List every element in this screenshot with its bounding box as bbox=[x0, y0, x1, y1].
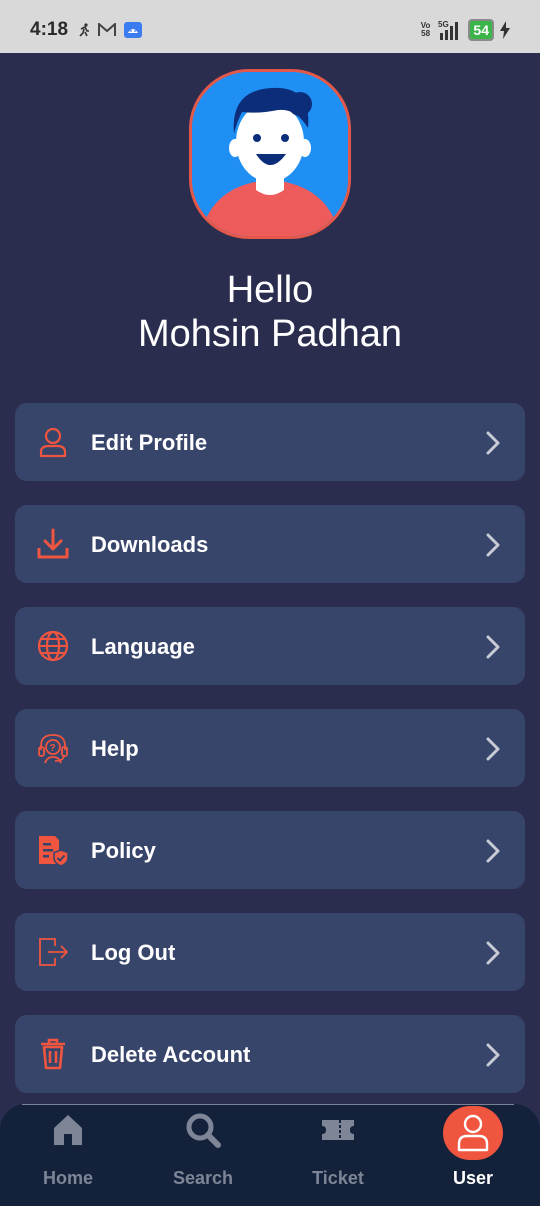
signal-icon: 5G bbox=[438, 20, 459, 40]
nav-label: User bbox=[452, 1168, 494, 1188]
chevron-right-icon bbox=[486, 635, 500, 659]
download-icon bbox=[37, 528, 69, 559]
nav-item-home[interactable]: Home bbox=[18, 1104, 118, 1206]
chevron-right-icon bbox=[486, 737, 500, 761]
menu-item-delete-account[interactable]: Delete Account bbox=[15, 1015, 525, 1093]
android-icon bbox=[124, 22, 142, 38]
nav-label: Ticket bbox=[312, 1168, 364, 1188]
menu-label: Log Out bbox=[91, 940, 176, 965]
running-icon bbox=[79, 23, 89, 37]
menu-label: Delete Account bbox=[91, 1042, 251, 1067]
user-icon bbox=[457, 1114, 489, 1152]
chevron-right-icon bbox=[486, 941, 500, 965]
chevron-right-icon bbox=[486, 533, 500, 557]
chevron-right-icon bbox=[486, 431, 500, 455]
greeting-text: Hello bbox=[226, 269, 314, 311]
battery-indicator: 54 bbox=[468, 19, 494, 41]
menu-item-policy[interactable]: Policy bbox=[15, 811, 525, 889]
menu-label: Help bbox=[91, 736, 139, 761]
svg-text:?: ? bbox=[50, 743, 56, 754]
globe-icon bbox=[37, 630, 69, 662]
avatar[interactable] bbox=[189, 69, 351, 239]
logout-icon bbox=[39, 938, 68, 966]
gmail-icon bbox=[98, 23, 116, 36]
status-right-icons: Vo 58 5G 54 bbox=[421, 19, 510, 41]
user-name: Mohsin Padhan bbox=[137, 313, 403, 355]
status-time: 4:18 bbox=[30, 19, 69, 40]
menu-label: Language bbox=[91, 634, 195, 659]
chevron-right-icon bbox=[486, 839, 500, 863]
trash-icon bbox=[41, 1038, 65, 1070]
nav-item-ticket[interactable]: Ticket bbox=[288, 1104, 388, 1206]
svg-text:5G: 5G bbox=[438, 20, 449, 29]
menu-label: Edit Profile bbox=[91, 430, 208, 455]
search-icon bbox=[186, 1113, 221, 1148]
nav-label: Home bbox=[42, 1168, 93, 1188]
ticket-icon bbox=[322, 1120, 354, 1140]
policy-icon bbox=[39, 836, 69, 866]
headset-icon: ? bbox=[38, 734, 68, 764]
avatar-illustration bbox=[192, 72, 348, 236]
nav-item-search[interactable]: Search bbox=[153, 1104, 253, 1206]
menu-item-help[interactable]: ? Help bbox=[15, 709, 525, 787]
nav-label: Search bbox=[172, 1168, 234, 1188]
charging-icon bbox=[500, 21, 510, 39]
user-icon bbox=[39, 427, 67, 458]
status-notification-icons bbox=[78, 22, 142, 38]
menu-label: Policy bbox=[91, 838, 156, 863]
nav-active-indicator[interactable] bbox=[443, 1106, 503, 1160]
volte-bottom: 58 bbox=[421, 29, 431, 38]
menu-item-edit-profile[interactable]: Edit Profile bbox=[15, 403, 525, 481]
home-icon bbox=[54, 1115, 82, 1145]
volte-indicator: Vo 58 bbox=[421, 22, 431, 38]
menu-item-language[interactable]: Language bbox=[15, 607, 525, 685]
menu-label: Downloads bbox=[91, 532, 209, 557]
menu-item-downloads[interactable]: Downloads bbox=[15, 505, 525, 583]
chevron-right-icon bbox=[486, 1043, 500, 1067]
menu-item-log-out[interactable]: Log Out bbox=[15, 913, 525, 991]
status-bar: 4:18 Vo 58 5G 54 bbox=[0, 0, 540, 53]
